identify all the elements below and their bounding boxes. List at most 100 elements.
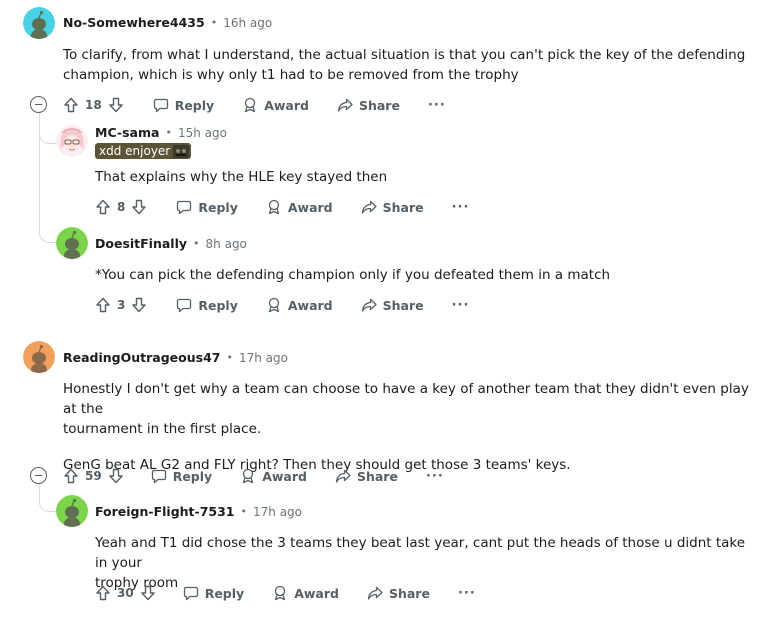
award-label: Award — [262, 468, 307, 484]
downvote-icon — [141, 585, 155, 601]
share-button[interactable]: Share — [361, 293, 424, 317]
anime-avatar-icon[interactable] — [56, 125, 88, 157]
reply-button[interactable]: Reply — [153, 93, 214, 117]
reply-label: Reply — [198, 297, 238, 313]
more-options-button[interactable]: ··· — [452, 298, 470, 313]
more-options-button[interactable]: ··· — [452, 200, 470, 215]
vote-count: 59 — [85, 469, 102, 483]
comment-text-line: *You can pick the defending champion onl… — [95, 267, 611, 283]
reply-button[interactable]: Reply — [176, 195, 238, 219]
share-button[interactable]: Share — [367, 581, 430, 605]
award-button[interactable]: Award — [266, 293, 333, 317]
username[interactable]: No-Somewhere4435 — [63, 15, 205, 30]
separator: • — [193, 237, 200, 250]
more-options-button[interactable]: ··· — [458, 586, 476, 601]
award-label: Award — [294, 585, 339, 601]
share-icon — [335, 469, 351, 483]
comment-text-line: That explains why the HLE key stayed the… — [95, 169, 388, 185]
comment-text-line: tournament in the first place. — [63, 421, 262, 437]
reply-button[interactable]: Reply — [176, 293, 238, 317]
upvote-icon — [96, 585, 110, 601]
award-button[interactable]: Award — [240, 464, 307, 488]
share-label: Share — [382, 199, 424, 215]
downvote-button[interactable] — [108, 93, 124, 117]
award-label: Award — [287, 199, 333, 215]
more-options-button[interactable]: ··· — [428, 98, 446, 113]
comment-text-line: champion, which is why only t1 had to be… — [63, 67, 519, 83]
comment-body: That explains why the HLE key stayed the… — [95, 167, 745, 187]
award-icon — [243, 468, 254, 484]
downvote-button[interactable] — [131, 293, 147, 317]
timestamp[interactable]: 15h ago — [178, 126, 227, 140]
snoo-avatar-icon[interactable] — [56, 495, 88, 527]
share-label: Share — [356, 468, 398, 484]
vote-count: 18 — [85, 98, 102, 112]
snoo-avatar-icon[interactable] — [23, 341, 55, 373]
thread-elbow — [39, 113, 57, 144]
separator: • — [210, 16, 218, 29]
comment-actions: 3 Reply Award Share ··· — [95, 293, 469, 317]
upvote-icon — [64, 468, 78, 484]
upvote-button[interactable] — [95, 195, 111, 219]
share-button[interactable]: Share — [361, 195, 424, 219]
username[interactable]: ReadingOutrageous47 — [63, 350, 220, 365]
reply-icon — [151, 469, 166, 484]
downvote-icon — [132, 199, 147, 215]
vote-count: 3 — [117, 298, 126, 312]
downvote-button[interactable] — [108, 464, 124, 488]
collapse-thread-button[interactable] — [30, 467, 47, 484]
reply-label: Reply — [198, 199, 238, 215]
comment-text-line: Yeah and T1 did chose the 3 teams they b… — [95, 535, 746, 571]
comment-body: *You can pick the defending champion onl… — [95, 265, 745, 285]
award-button[interactable]: Award — [266, 195, 333, 219]
share-button[interactable]: Share — [335, 464, 398, 488]
share-icon — [361, 298, 377, 312]
upvote-icon — [96, 199, 110, 215]
upvote-button[interactable] — [63, 93, 79, 117]
comment-actions: 18 Reply Award Share ··· — [63, 93, 446, 117]
award-icon — [245, 97, 256, 113]
reply-icon — [183, 586, 198, 601]
timestamp[interactable]: 17h ago — [239, 351, 288, 365]
share-button[interactable]: Share — [337, 93, 400, 117]
more-options-button[interactable]: ··· — [426, 469, 444, 484]
comment-body: Honestly I don't get why a team can choo… — [63, 379, 753, 475]
reply-button[interactable]: Reply — [183, 581, 244, 605]
snoo-avatar-icon[interactable] — [56, 227, 88, 259]
separator: • — [226, 351, 233, 364]
vote-count: 8 — [117, 200, 126, 214]
snoo-avatar-icon[interactable] — [23, 7, 55, 39]
downvote-button[interactable] — [131, 195, 147, 219]
vote-count: 30 — [117, 586, 134, 600]
reply-label: Reply — [172, 468, 213, 484]
timestamp[interactable]: 16h ago — [223, 16, 272, 30]
award-icon — [275, 585, 286, 601]
reply-button[interactable]: Reply — [151, 464, 212, 488]
upvote-button[interactable] — [95, 293, 111, 317]
downvote-icon — [109, 97, 123, 113]
award-icon — [268, 199, 279, 215]
username[interactable]: Foreign-Flight-7531 — [95, 504, 235, 519]
reply-icon — [153, 98, 168, 113]
upvote-button[interactable] — [95, 581, 111, 605]
timestamp[interactable]: 8h ago — [206, 237, 247, 251]
downvote-icon — [109, 468, 123, 484]
award-button[interactable]: Award — [242, 93, 309, 117]
separator: • — [165, 126, 172, 139]
share-icon — [361, 200, 377, 214]
comment-text-line: Honestly I don't get why a team can choo… — [63, 381, 749, 417]
collapse-thread-button[interactable] — [30, 96, 47, 113]
downvote-button[interactable] — [140, 581, 156, 605]
comment-text-line: To clarify, from what I understand, the … — [63, 47, 746, 63]
thread-elbow — [39, 200, 57, 243]
comment-body: To clarify, from what I understand, the … — [63, 45, 753, 85]
user-flair: xdd enjoyer — [95, 143, 192, 159]
username[interactable]: DoesitFinally — [95, 236, 187, 251]
comment-actions: 8 Reply Award Share ··· — [95, 195, 469, 219]
award-button[interactable]: Award — [272, 581, 339, 605]
username[interactable]: MC-sama — [95, 125, 159, 140]
reply-icon — [177, 200, 192, 215]
upvote-button[interactable] — [63, 464, 79, 488]
share-icon — [367, 586, 383, 600]
timestamp[interactable]: 17h ago — [253, 505, 302, 519]
